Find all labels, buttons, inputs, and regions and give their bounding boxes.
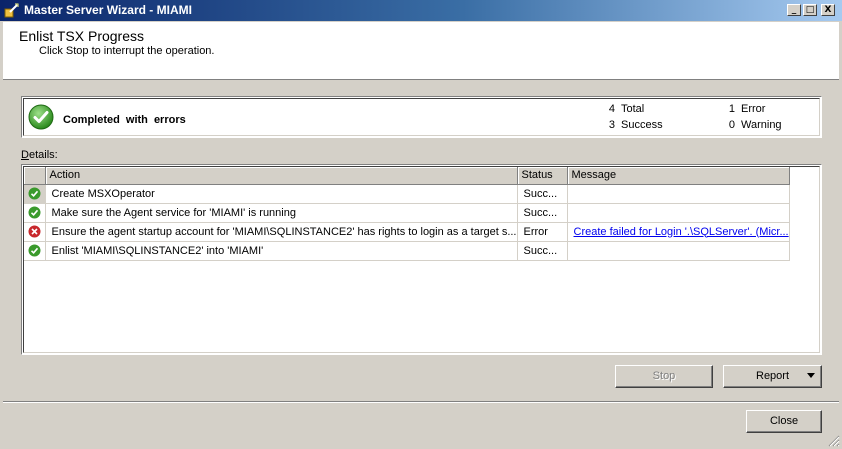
row-status-icon-cell [24, 203, 46, 223]
status-summary-panel: Completed with errors 4 Total 3 Success 1E… [21, 96, 822, 138]
resize-grip-icon[interactable] [828, 435, 840, 447]
row-action: Ensure the agent startup account for 'MI… [45, 222, 518, 242]
report-button[interactable]: Report [723, 365, 822, 388]
row-message [567, 241, 790, 261]
total-label: Total [621, 103, 645, 115]
success-count: 3 [608, 119, 615, 131]
stop-button[interactable]: Stop [615, 365, 713, 388]
error-message-link[interactable]: Create failed for Login '.\SQLServer'. (… [574, 226, 789, 238]
details-grid[interactable]: Action Status Message Create MSXOperator… [21, 164, 822, 355]
error-label: Error [741, 103, 766, 115]
success-stat: 3 Success [603, 119, 663, 131]
warning-count: 0 [728, 119, 735, 131]
row-action: Create MSXOperator [45, 184, 518, 204]
success-icon [28, 206, 41, 219]
warning-stat: 0 Warning [723, 119, 782, 131]
details-label-rest: etails: [28, 149, 58, 161]
details-table: Action Status Message Create MSXOperator… [24, 167, 790, 261]
close-window-button[interactable]: X [821, 4, 835, 16]
row-action: Make sure the Agent service for 'MIAMI' … [45, 203, 518, 223]
row-status-icon-cell [24, 222, 46, 242]
total-stat: 4 Total [603, 103, 644, 115]
column-header-status[interactable]: Status [517, 167, 568, 185]
row-message [567, 184, 790, 204]
table-row[interactable]: Ensure the agent startup account for 'MI… [24, 222, 790, 242]
row-status-icon-cell [24, 241, 46, 261]
title-bar[interactable]: Master Server Wizard - MIAMI _ □ X [0, 0, 842, 21]
success-label: Success [621, 119, 663, 131]
table-row[interactable]: Enlist 'MIAMI\SQLINSTANCE2' into 'MIAMI'… [24, 241, 790, 261]
page-title: Enlist TSX Progress [19, 28, 145, 44]
success-check-icon [28, 104, 54, 130]
maximize-button[interactable]: □ [803, 4, 817, 16]
status-text: Completed with errors [63, 114, 186, 126]
row-message [567, 203, 790, 223]
column-header-message[interactable]: Message [567, 167, 790, 185]
row-message: Create failed for Login '.\SQLServer'. (… [567, 222, 790, 242]
footer-separator [3, 401, 839, 403]
row-status: Succ... [517, 203, 568, 223]
table-row[interactable]: Create MSXOperator Succ... [24, 184, 790, 204]
error-count: 1 [728, 103, 735, 115]
minimize-button[interactable]: _ [787, 4, 801, 16]
details-label: Details: [21, 149, 58, 161]
success-icon [28, 187, 41, 200]
table-row[interactable]: Make sure the Agent service for 'MIAMI' … [24, 203, 790, 223]
table-header-row: Action Status Message [24, 167, 790, 185]
column-header-action[interactable]: Action [45, 167, 518, 185]
report-button-label: Report [756, 370, 790, 382]
window-title: Master Server Wizard - MIAMI [24, 3, 192, 17]
row-status: Succ... [517, 184, 568, 204]
total-count: 4 [608, 103, 615, 115]
row-status-icon-cell [24, 184, 46, 204]
close-button[interactable]: Close [746, 410, 822, 433]
row-status: Error [517, 222, 568, 242]
details-label-accelerator: D [21, 149, 29, 161]
error-stat: 1 Error [723, 103, 766, 115]
dropdown-arrow-icon [807, 373, 815, 378]
wizard-header: Enlist TSX Progress Click Stop to interr… [3, 22, 839, 80]
success-icon [28, 244, 41, 257]
error-icon [28, 225, 41, 238]
row-action: Enlist 'MIAMI\SQLINSTANCE2' into 'MIAMI' [45, 241, 518, 261]
warning-label: Warning [741, 119, 782, 131]
page-subtitle: Click Stop to interrupt the operation. [39, 45, 215, 57]
row-status: Succ... [517, 241, 568, 261]
column-header-icon[interactable] [24, 167, 46, 185]
wizard-app-icon [4, 3, 19, 18]
